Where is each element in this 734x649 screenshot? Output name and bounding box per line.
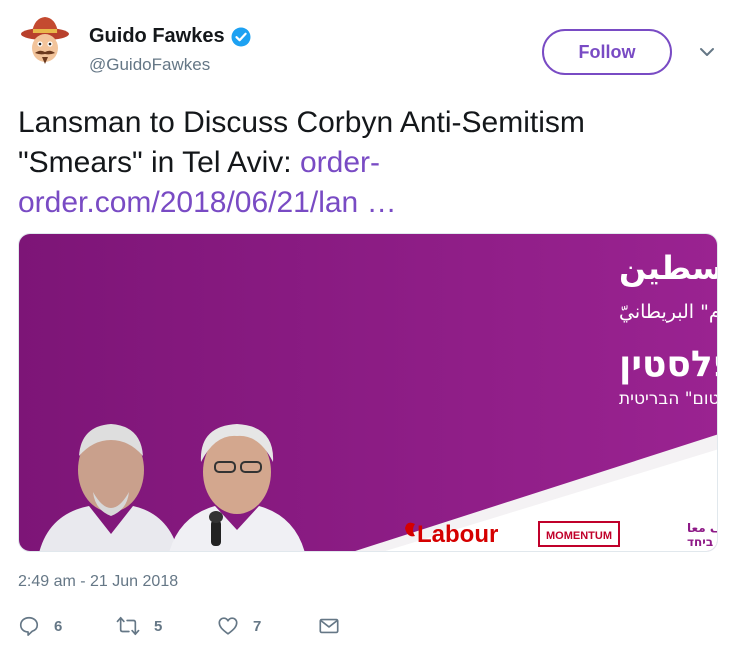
momentum-logo: MOMENTUM bbox=[538, 521, 620, 547]
labour-logo: Labour bbox=[405, 521, 498, 548]
avatar[interactable] bbox=[18, 14, 72, 68]
retweet-icon bbox=[116, 616, 140, 636]
follow-button[interactable]: Follow bbox=[542, 29, 672, 75]
chevron-down-icon[interactable] bbox=[697, 44, 717, 60]
reply-button[interactable]: 6 bbox=[18, 614, 62, 638]
poster-hebrew-title: קורבין, לייבור וישראל-פלסטין bbox=[619, 344, 718, 385]
reply-icon bbox=[19, 616, 39, 636]
envelope-icon bbox=[319, 618, 339, 634]
reply-count: 6 bbox=[54, 617, 63, 635]
poster-arabic-subtitle: محادثة مع جون لنسمان، رئيس حراك "مومنتوم… bbox=[619, 301, 718, 323]
tweet-link[interactable]: order- bbox=[300, 146, 380, 179]
direct-message-button[interactable] bbox=[318, 614, 340, 638]
heart-icon bbox=[218, 617, 238, 635]
tweet-card: Guido Fawkes @GuidoFawkes Follow Lansman… bbox=[0, 0, 734, 649]
standing-together-logo: نقف معا עומדים ביחד bbox=[687, 521, 718, 549]
tweet-actions: 6 5 7 bbox=[18, 614, 418, 638]
author-name[interactable]: Guido Fawkes bbox=[89, 25, 251, 48]
tweet-text-line1: Lansman to Discuss Corbyn Anti-Semitism bbox=[18, 106, 585, 139]
labour-logo-text: Labour bbox=[417, 521, 498, 548]
standing-together-arabic: نقف معا bbox=[687, 521, 718, 535]
event-poster-image: كوربين، ليبور، وإسرائيل-فلسطين محادثة مع… bbox=[19, 234, 718, 551]
verified-badge-icon bbox=[231, 27, 251, 47]
like-button[interactable]: 7 bbox=[217, 614, 261, 638]
tweet-text: Lansman to Discuss Corbyn Anti-Semitism … bbox=[18, 103, 718, 223]
standing-together-hebrew: עומדים ביחד bbox=[687, 535, 718, 549]
tweet-media-image[interactable]: كوربين، ليبور، وإسرائيل-فلسطين محادثة مع… bbox=[18, 233, 718, 552]
tweet-timestamp[interactable]: 2:49 am - 21 Jun 2018 bbox=[18, 573, 178, 591]
poster-arabic-title: كوربين، ليبور، وإسرائيل-فلسطين bbox=[619, 249, 718, 288]
tweet-link-continued[interactable]: order.com/2018/06/21/lan bbox=[18, 186, 358, 219]
author-handle[interactable]: @GuidoFawkes bbox=[89, 55, 210, 75]
tweet-link-ellipsis[interactable]: … bbox=[358, 186, 397, 219]
retweet-button[interactable]: 5 bbox=[116, 614, 162, 638]
momentum-logo-text: MOMENTUM bbox=[546, 530, 612, 542]
poster-hebrew-subtitle: שיחה עם ג'ון לנסמן, יושב-ראש תנועת "מומנ… bbox=[619, 389, 718, 409]
retweet-count: 5 bbox=[154, 617, 163, 635]
tweet-text-line2: "Smears" in Tel Aviv: bbox=[18, 146, 300, 179]
author-name-text: Guido Fawkes bbox=[89, 25, 225, 47]
guy-fawkes-avatar-icon bbox=[18, 14, 72, 68]
like-count: 7 bbox=[253, 617, 262, 635]
